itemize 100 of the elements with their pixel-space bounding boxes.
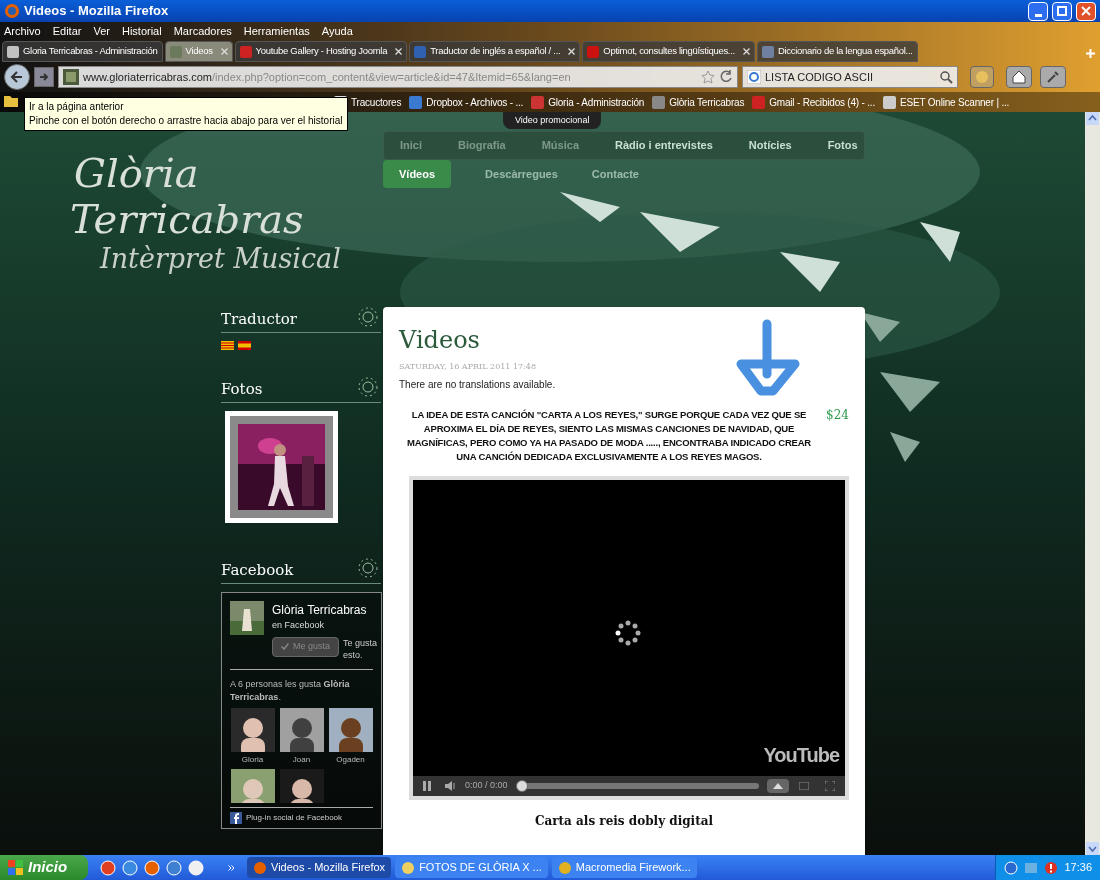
bookmark[interactable]: Gloria - Administración	[531, 94, 645, 110]
folder-icon	[3, 94, 19, 108]
fan-name[interactable]: Ogaden	[336, 751, 365, 768]
window-icon	[799, 782, 809, 790]
menu-item[interactable]: Marcadores	[173, 22, 232, 40]
home-button[interactable]	[1006, 66, 1032, 88]
menu-item[interactable]: Herramientas	[243, 22, 310, 40]
scrollbar[interactable]	[1085, 112, 1100, 855]
bookmark[interactable]: Glòria Terricabras	[652, 94, 745, 110]
facebook-icon	[230, 811, 242, 824]
clock: 17:36	[1064, 860, 1092, 876]
bookmark-icon	[531, 95, 545, 109]
windows-logo-icon	[8, 859, 24, 876]
browser-tab[interactable]: Gloria Terricabras - Administración	[2, 41, 163, 62]
browser-tab[interactable]: Youtube Gallery - Hosting Joomla	[234, 41, 408, 62]
app-icon[interactable]	[166, 859, 182, 876]
taskbar-button[interactable]: Macromedia Firework...	[551, 857, 697, 878]
tab-icon	[761, 45, 774, 58]
tab-icon	[169, 45, 182, 58]
address-field[interactable]: www.gloriaterricabras.com/index.php?option=com_content&view=article&id=47&Itemid=65&lang=en	[58, 66, 738, 88]
taskbar-button[interactable]: Videos - Mozilla Firefox	[247, 857, 392, 878]
browser-tab[interactable]: Videos	[164, 41, 233, 62]
bookmark-icon	[652, 95, 666, 109]
plugin-link[interactable]: Plug-in social de Facebook	[246, 811, 343, 824]
app-icon	[401, 860, 416, 875]
menu-item[interactable]: Ver	[93, 22, 110, 40]
tab-icon	[587, 45, 600, 58]
bookmark[interactable]: ESET Online Scanner | ...	[883, 94, 1010, 110]
close-icon	[1081, 6, 1091, 16]
tab-icon	[7, 45, 19, 58]
browser-tab[interactable]: Traductor de inglés a español / ...	[409, 41, 581, 62]
speaker-icon	[445, 781, 457, 791]
bookmark-icon	[752, 95, 766, 109]
seek-thumb[interactable]	[515, 780, 528, 792]
tools-button[interactable]	[1040, 66, 1066, 88]
seek-bar[interactable]	[515, 780, 759, 792]
tab-label: Videos	[185, 44, 213, 59]
tab-label: Optimot, consultes lingüístiques...	[603, 44, 735, 59]
tab-icon	[414, 45, 427, 58]
fan-name[interactable]: Gloria	[241, 751, 264, 768]
bookmark-icon	[409, 95, 423, 109]
menu-item[interactable]: Ayuda	[321, 22, 353, 40]
search-icon[interactable]	[939, 70, 953, 84]
tab-label: Traductor de inglés a español / ...	[430, 44, 561, 59]
menu-item[interactable]: Historial	[121, 22, 162, 40]
page-name[interactable]: Glòria Terricabras	[272, 601, 384, 619]
app-icon[interactable]	[188, 859, 204, 876]
app-icon[interactable]	[122, 859, 138, 876]
plus-icon	[1085, 48, 1095, 58]
tooltip-text: Ir a la página anterior	[29, 100, 125, 114]
menu-item[interactable]: Archivo	[4, 22, 41, 40]
close-tab-icon[interactable]	[742, 48, 750, 55]
star-icon[interactable]	[701, 70, 715, 84]
fullscreen-icon	[825, 781, 835, 791]
reload-icon[interactable]	[719, 70, 733, 84]
video-caption: Carta als reis dobly digital	[533, 813, 715, 830]
chevron-icon[interactable]	[228, 864, 235, 871]
tab-label: Gloria Terricabras - Administración	[23, 44, 158, 59]
search-field[interactable]: LISTA CODIGO ASCII	[742, 66, 958, 88]
fan-name[interactable]: Joan	[292, 751, 311, 768]
close-tab-icon[interactable]	[395, 48, 403, 55]
browser-tab[interactable]: Diccionario de la lengua español...	[756, 41, 918, 62]
taskbar-button[interactable]: FOTOS DE GLÒRIA X ...	[395, 857, 548, 878]
maximize-button[interactable]	[1052, 1, 1072, 21]
bookmark[interactable]: Dropbox - Archivos - ...	[409, 94, 524, 110]
firefox-icon	[4, 3, 20, 19]
minimize-icon	[1034, 13, 1042, 17]
close-button[interactable]	[1076, 1, 1096, 21]
tab-icon	[239, 45, 252, 58]
site-icon	[63, 69, 79, 85]
page-subtitle: en Facebook	[272, 619, 326, 632]
tab-label: Youtube Gallery - Hosting Joomla	[255, 44, 388, 59]
forward-arrow-icon	[39, 72, 49, 82]
browser-tab[interactable]: Optimot, consultes lingüístiques...	[582, 41, 755, 62]
close-tab-icon[interactable]	[568, 48, 576, 55]
start-button[interactable]: Inicio	[0, 855, 88, 880]
alert-icon[interactable]	[1044, 860, 1059, 875]
menu-item[interactable]: Editar	[52, 22, 82, 40]
bookmark[interactable]: Gmail - Recibidos (4) - ...	[752, 94, 875, 110]
addon-button[interactable]	[970, 66, 994, 88]
loading-spinner-icon	[615, 620, 641, 646]
video-player[interactable]: YouTube 0:00 / 0:00	[409, 476, 849, 800]
triangle-up-icon	[772, 782, 784, 790]
scroll-up-icon[interactable]	[1086, 112, 1099, 125]
forward-button[interactable]	[34, 67, 54, 87]
fans-text: A 6 personas les gusta Glòria Terricabras.	[230, 677, 351, 704]
app-icon[interactable]	[144, 859, 160, 876]
search-text: LISTA CODIGO ASCII	[765, 69, 874, 85]
menu-button[interactable]	[767, 779, 789, 793]
bookmark-icon	[883, 95, 896, 109]
url-text: www.gloriaterricabras.com/index.php?option=com_content&view=article&id=47&Itemid=65&lang=en	[83, 69, 572, 85]
app-icon[interactable]	[100, 859, 116, 876]
scroll-down-icon[interactable]	[1086, 842, 1099, 855]
sun-ornament-icon	[355, 555, 381, 581]
minimize-button[interactable]	[1028, 1, 1048, 21]
home-icon	[1012, 70, 1026, 84]
app-icon	[253, 860, 267, 875]
back-button[interactable]	[4, 64, 30, 90]
section-title: Facebook	[221, 559, 294, 581]
like-note: Te gusta esto.	[343, 636, 379, 661]
